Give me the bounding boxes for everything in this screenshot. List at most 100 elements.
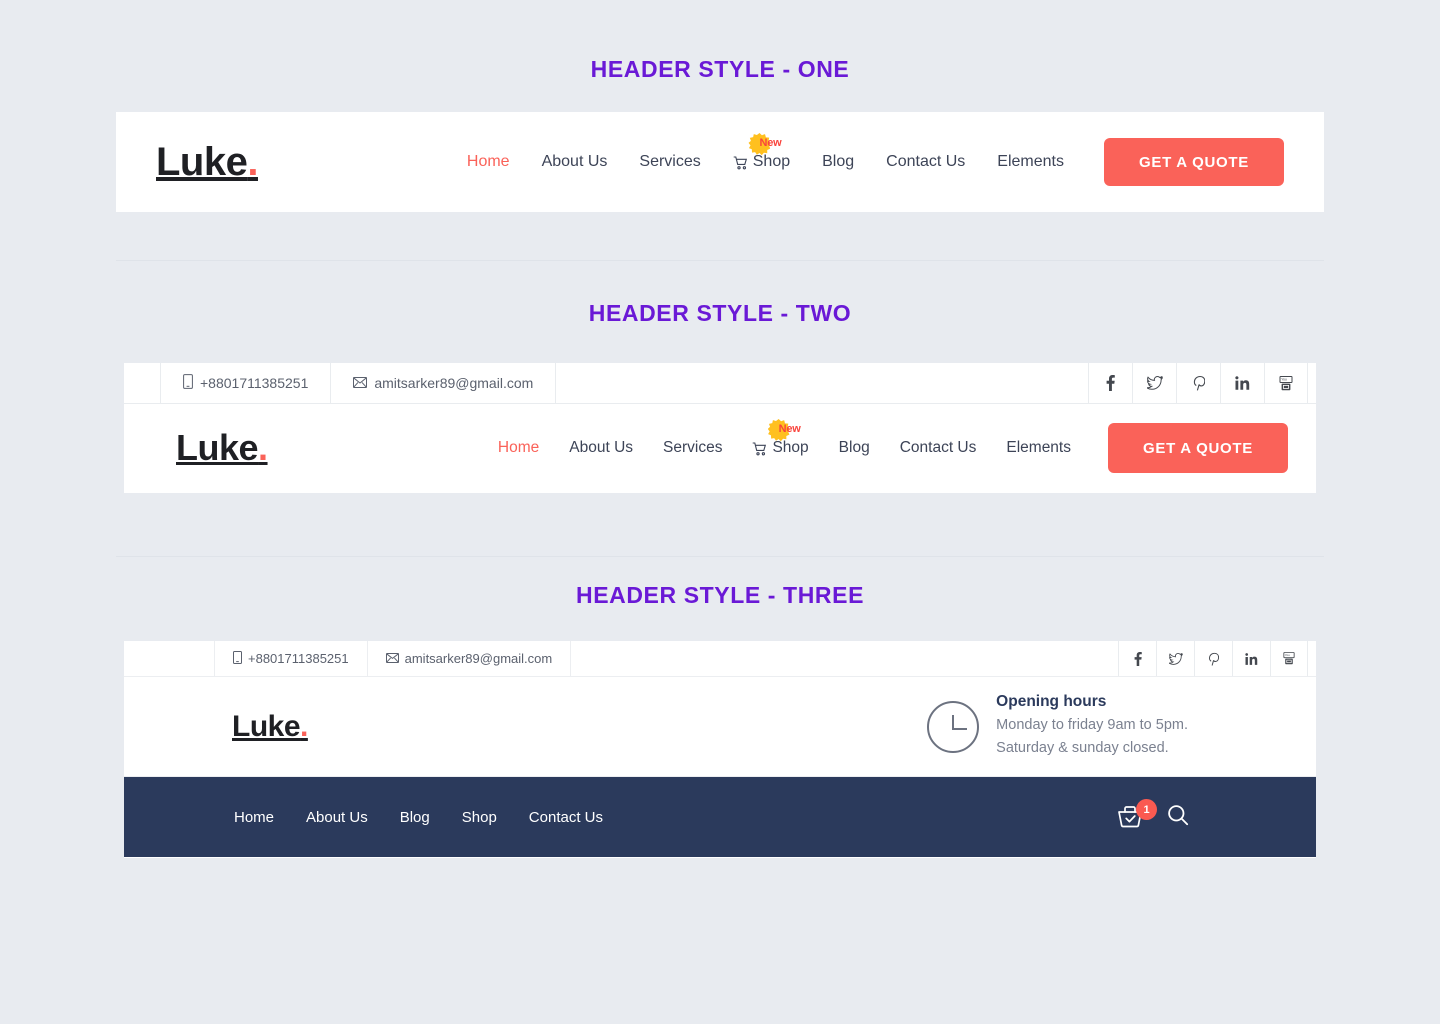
new-badge-label: New — [759, 137, 782, 149]
nav-item-elements[interactable]: Elements — [991, 439, 1086, 457]
phone-number: +8801711385251 — [248, 651, 349, 666]
nav-label: Services — [639, 153, 701, 170]
logo-dot: . — [258, 427, 268, 468]
email-address: amitsarker89@gmail.com — [404, 651, 553, 666]
pinterest-icon[interactable] — [1176, 363, 1220, 403]
header-style-one: Luke. Home About Us Services New Shop Bl… — [116, 112, 1324, 212]
opening-hours-block: Opening hours Monday to friday 9am to 5p… — [927, 693, 1188, 761]
envelope-icon — [353, 375, 368, 391]
facebook-icon[interactable] — [1118, 641, 1156, 676]
nav-item-contact-us[interactable]: Contact Us — [513, 809, 619, 826]
nav-label: Services — [663, 439, 723, 456]
youtube-icon[interactable]: You — [1270, 641, 1308, 676]
site-logo[interactable]: Luke. — [232, 709, 308, 743]
opening-hours-line-1: Monday to friday 9am to 5pm. — [996, 716, 1188, 733]
search-button[interactable] — [1166, 803, 1190, 832]
top-info-bar-three: +8801711385251 amitsarker89@gmail.com Yo… — [124, 641, 1316, 677]
nav-item-home[interactable]: Home — [483, 439, 554, 457]
svg-text:You: You — [1285, 653, 1290, 657]
starburst-shape — [748, 133, 771, 155]
nav-item-shop[interactable]: New Shop — [737, 419, 823, 457]
nav-label: Contact Us — [899, 439, 977, 456]
nav-item-services[interactable]: Services — [648, 439, 737, 457]
get-a-quote-button[interactable]: GET A QUOTE — [1104, 138, 1284, 186]
new-badge-label: New — [778, 423, 801, 435]
header-style-three: +8801711385251 amitsarker89@gmail.com Yo… — [124, 641, 1316, 858]
phone-info[interactable]: +8801711385251 — [160, 363, 332, 403]
nav-label: Blog — [399, 808, 430, 826]
nav-item-elements[interactable]: Elements — [981, 153, 1080, 171]
nav-label: Blog — [822, 153, 855, 170]
email-info[interactable]: amitsarker89@gmail.com — [368, 641, 572, 676]
nav-label: Shop — [461, 808, 497, 826]
nav-item-services[interactable]: Services — [623, 153, 716, 171]
nav-item-shop[interactable]: New Shop — [717, 133, 806, 171]
nav-item-about-us[interactable]: About Us — [554, 439, 648, 457]
email-info[interactable]: amitsarker89@gmail.com — [331, 363, 557, 403]
phone-number: +8801711385251 — [200, 375, 309, 391]
logo-text: Luke — [156, 140, 248, 184]
nav-item-about-us[interactable]: About Us — [290, 809, 384, 826]
section-title-two: HEADER STYLE - TWO — [588, 300, 852, 326]
logo-text: Luke — [176, 427, 259, 468]
nav-label: About Us — [306, 808, 368, 826]
section-divider — [116, 556, 1324, 557]
nav-label: Contact Us — [528, 808, 603, 826]
opening-hours-line-2: Saturday & sunday closed. — [996, 740, 1169, 756]
nav-actions: 1 — [1116, 799, 1190, 832]
mobile-phone-icon — [183, 374, 193, 392]
twitter-icon[interactable] — [1132, 363, 1176, 403]
nav-label: Elements — [997, 153, 1064, 170]
nav-item-home[interactable]: Home — [451, 153, 526, 171]
logo-dot: . — [247, 140, 258, 184]
opening-hours-title: Opening hours — [996, 692, 1107, 710]
cart-count-badge: 1 — [1136, 799, 1157, 820]
section-title-one: HEADER STYLE - ONE — [590, 56, 850, 82]
nav-label: Shop — [752, 153, 791, 170]
section-divider — [116, 260, 1324, 261]
nav-item-blog[interactable]: Blog — [806, 153, 870, 171]
header-two-main-bar: Luke. Home About Us Services New Shop Bl… — [124, 404, 1316, 492]
nav-label: Shop — [772, 439, 809, 456]
header-three-middle-bar: Luke. Opening hours Monday to friday 9am… — [124, 677, 1316, 777]
site-logo[interactable]: Luke. — [176, 430, 268, 466]
nav-label: Home — [466, 153, 510, 170]
get-a-quote-button[interactable]: GET A QUOTE — [1108, 423, 1288, 473]
social-links-two: You — [1088, 363, 1308, 403]
opening-hours-text: Opening hours Monday to friday 9am to 5p… — [996, 693, 1188, 761]
cart-button[interactable]: 1 — [1116, 799, 1157, 831]
nav-item-blog[interactable]: Blog — [384, 809, 446, 826]
nav-item-home[interactable]: Home — [218, 809, 290, 826]
mobile-phone-icon — [233, 650, 242, 667]
cart-icon — [733, 156, 748, 170]
social-links-three: You — [1118, 641, 1308, 676]
youtube-icon[interactable]: You — [1264, 363, 1308, 403]
logo-dot: . — [300, 709, 308, 743]
nav-label: Home — [234, 808, 275, 826]
twitter-icon[interactable] — [1156, 641, 1194, 676]
nav-label: About Us — [541, 153, 608, 170]
nav-item-about-us[interactable]: About Us — [526, 153, 624, 171]
top-info-bar-two: +8801711385251 amitsarker89@gmail.com Yo… — [124, 363, 1316, 404]
basket-icon — [1116, 806, 1146, 835]
linkedin-icon[interactable] — [1232, 641, 1270, 676]
nav-item-blog[interactable]: Blog — [824, 439, 885, 457]
page-root: HEADER STYLE - ONE HEADER STYLE - TWO HE… — [0, 0, 1440, 1024]
site-logo[interactable]: Luke. — [156, 142, 258, 182]
nav-label: Contact Us — [886, 153, 966, 170]
envelope-icon — [385, 651, 399, 666]
section-title-three: HEADER STYLE - THREE — [575, 582, 865, 608]
linkedin-icon[interactable] — [1220, 363, 1264, 403]
logo-text: Luke — [232, 709, 301, 743]
cart-icon — [752, 442, 767, 456]
header-style-two: +8801711385251 amitsarker89@gmail.com Yo… — [124, 363, 1316, 493]
facebook-icon[interactable] — [1088, 363, 1132, 403]
nav-item-contact-us[interactable]: Contact Us — [885, 439, 992, 457]
nav-item-contact-us[interactable]: Contact Us — [870, 153, 981, 171]
nav-item-shop[interactable]: Shop — [446, 809, 513, 826]
svg-text:You: You — [1281, 377, 1287, 381]
phone-info[interactable]: +8801711385251 — [214, 641, 368, 676]
pinterest-icon[interactable] — [1194, 641, 1232, 676]
